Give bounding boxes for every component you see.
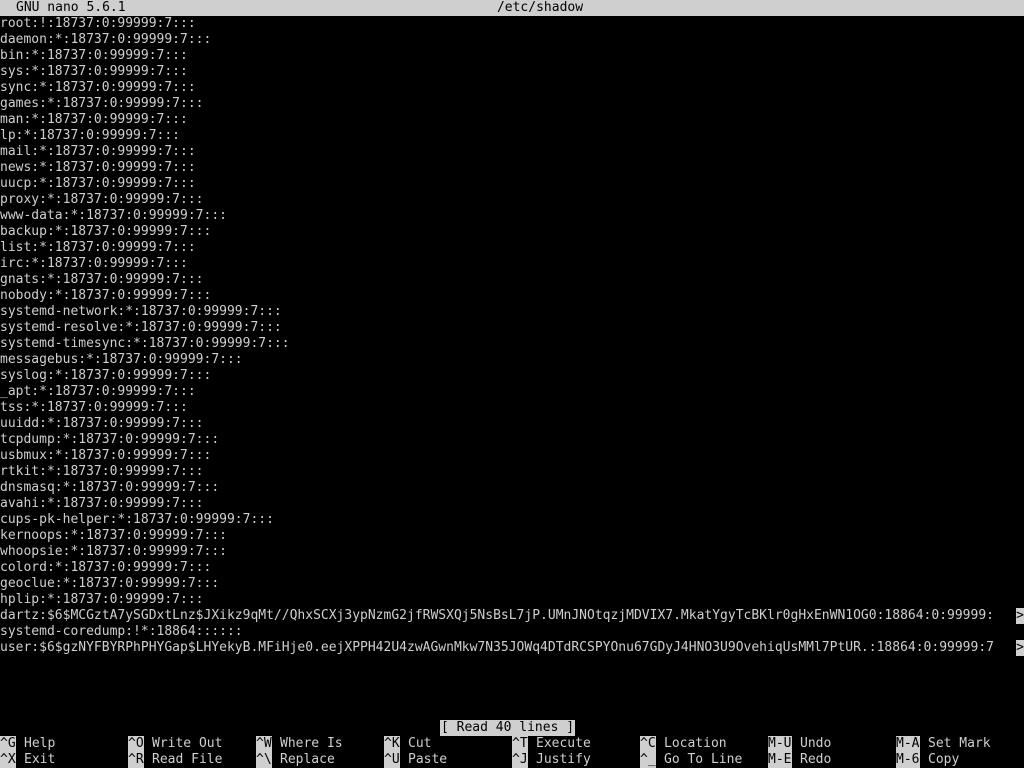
shortcut-label: Go To Line bbox=[664, 752, 743, 767]
file-line[interactable]: list:*:18737:0:99999:7::: bbox=[0, 240, 1016, 256]
file-line[interactable]: backup:*:18737:0:99999:7::: bbox=[0, 224, 1016, 240]
shortcut-key: ^\ bbox=[256, 752, 272, 768]
shortcut-bar: ^G Help ^O Write Out ^W Where Is ^K Cut ^T Ex… bbox=[0, 736, 1024, 768]
shortcut-key: ^C bbox=[640, 736, 656, 752]
shortcut-execute[interactable]: ^T Execute bbox=[512, 736, 591, 752]
file-line[interactable]: user:$6$gzNYFBYRPhPHYGap$LHYekyB.MFiHje0… bbox=[0, 640, 1024, 656]
shortcut-label: Where Is bbox=[280, 736, 343, 751]
shortcut-go-to-line[interactable]: ^_ Go To Line bbox=[640, 752, 742, 768]
file-line[interactable]: bin:*:18737:0:99999:7::: bbox=[0, 48, 1016, 64]
file-line[interactable]: sync:*:18737:0:99999:7::: bbox=[0, 80, 1016, 96]
file-line[interactable]: sys:*:18737:0:99999:7::: bbox=[0, 64, 1016, 80]
shortcut-label: Copy bbox=[928, 752, 960, 767]
shortcut-label: Read File bbox=[152, 752, 223, 767]
line-truncated-marker: > bbox=[1016, 608, 1024, 624]
editor-buffer[interactable]: root:!:18737:0:99999:7::: daemon:*:18737… bbox=[0, 16, 1024, 656]
file-line[interactable]: rtkit:*:18737:0:99999:7::: bbox=[0, 464, 1016, 480]
shortcut-label: Exit bbox=[24, 752, 56, 767]
shortcut-key: ^_ bbox=[640, 752, 656, 768]
status-message: [ Read 40 lines ] bbox=[440, 720, 576, 736]
file-line[interactable]: lp:*:18737:0:99999:7::: bbox=[0, 128, 1016, 144]
file-line[interactable]: tss:*:18737:0:99999:7::: bbox=[0, 400, 1016, 416]
shortcut-key: ^R bbox=[128, 752, 144, 768]
file-line[interactable]: cups-pk-helper:*:18737:0:99999:7::: bbox=[0, 512, 1016, 528]
file-line[interactable]: www-data:*:18737:0:99999:7::: bbox=[0, 208, 1016, 224]
shortcut-exit[interactable]: ^X Exit bbox=[0, 752, 55, 768]
file-line[interactable]: whoopsie:*:18737:0:99999:7::: bbox=[0, 544, 1016, 560]
shortcut-justify[interactable]: ^J Justify bbox=[512, 752, 591, 768]
shortcut-key: ^T bbox=[512, 736, 528, 752]
shortcut-label: Location bbox=[664, 736, 727, 751]
shortcut-label: Redo bbox=[800, 752, 832, 767]
file-line[interactable]: daemon:*:18737:0:99999:7::: bbox=[0, 32, 1016, 48]
file-line[interactable]: usbmux:*:18737:0:99999:7::: bbox=[0, 448, 1016, 464]
file-line[interactable]: uucp:*:18737:0:99999:7::: bbox=[0, 176, 1016, 192]
shortcut-label: Replace bbox=[280, 752, 335, 767]
shortcut-key: ^J bbox=[512, 752, 528, 768]
shortcut-key: ^W bbox=[256, 736, 272, 752]
shortcut-copy[interactable]: M-6 Copy bbox=[896, 752, 959, 768]
file-line[interactable]: tcpdump:*:18737:0:99999:7::: bbox=[0, 432, 1016, 448]
shortcut-label: Set Mark bbox=[928, 736, 991, 751]
file-line[interactable]: hplip:*:18737:0:99999:7::: bbox=[0, 592, 1016, 608]
file-line[interactable]: gnats:*:18737:0:99999:7::: bbox=[0, 272, 1016, 288]
file-line[interactable]: news:*:18737:0:99999:7::: bbox=[0, 160, 1016, 176]
shortcut-label: Justify bbox=[536, 752, 591, 767]
file-line[interactable]: nobody:*:18737:0:99999:7::: bbox=[0, 288, 1016, 304]
shortcut-undo[interactable]: M-U Undo bbox=[768, 736, 831, 752]
file-line[interactable]: systemd-resolve:*:18737:0:99999:7::: bbox=[0, 320, 1016, 336]
shortcut-label: Undo bbox=[800, 736, 832, 751]
shortcut-key: M-A bbox=[896, 736, 920, 752]
shortcut-key: ^G bbox=[0, 736, 16, 752]
shortcut-key: M-E bbox=[768, 752, 792, 768]
file-line[interactable]: systemd-coredump:!*:18864:::::: bbox=[0, 624, 1016, 640]
shortcut-label: Cut bbox=[408, 736, 432, 751]
file-line[interactable]: colord:*:18737:0:99999:7::: bbox=[0, 560, 1016, 576]
file-line[interactable]: mail:*:18737:0:99999:7::: bbox=[0, 144, 1016, 160]
file-line[interactable]: avahi:*:18737:0:99999:7::: bbox=[0, 496, 1016, 512]
shortcut-label: Help bbox=[24, 736, 56, 751]
shortcut-key: M-U bbox=[768, 736, 792, 752]
file-name: /etc/shadow bbox=[496, 0, 584, 15]
shortcut-where-is[interactable]: ^W Where Is bbox=[256, 736, 343, 752]
shortcut-label: Paste bbox=[408, 752, 448, 767]
file-line[interactable]: syslog:*:18737:0:99999:7::: bbox=[0, 368, 1016, 384]
file-line[interactable]: kernoops:*:18737:0:99999:7::: bbox=[0, 528, 1016, 544]
shortcut-location[interactable]: ^C Location bbox=[640, 736, 727, 752]
shortcut-read-file[interactable]: ^R Read File bbox=[128, 752, 222, 768]
shortcut-label: Write Out bbox=[152, 736, 223, 751]
shortcut-key: M-6 bbox=[896, 752, 920, 768]
shortcut-help[interactable]: ^G Help bbox=[0, 736, 55, 752]
file-line[interactable]: uuidd:*:18737:0:99999:7::: bbox=[0, 416, 1016, 432]
title-bar: GNU nano 5.6.1 /etc/shadow bbox=[0, 0, 1024, 16]
shortcut-key: ^K bbox=[384, 736, 400, 752]
shortcut-label: Execute bbox=[536, 736, 591, 751]
shortcut-write-out[interactable]: ^O Write Out bbox=[128, 736, 222, 752]
file-line[interactable]: dnsmasq:*:18737:0:99999:7::: bbox=[0, 480, 1016, 496]
shortcut-paste[interactable]: ^U Paste bbox=[384, 752, 447, 768]
file-line[interactable]: messagebus:*:18737:0:99999:7::: bbox=[0, 352, 1016, 368]
shortcut-key: ^X bbox=[0, 752, 16, 768]
file-line[interactable]: _apt:*:18737:0:99999:7::: bbox=[0, 384, 1016, 400]
file-line[interactable]: geoclue:*:18737:0:99999:7::: bbox=[0, 576, 1016, 592]
file-line[interactable]: man:*:18737:0:99999:7::: bbox=[0, 112, 1016, 128]
shortcut-key: ^U bbox=[384, 752, 400, 768]
shortcut-cut[interactable]: ^K Cut bbox=[384, 736, 431, 752]
line-truncated-marker: > bbox=[1016, 640, 1024, 656]
shortcut-set-mark[interactable]: M-A Set Mark bbox=[896, 736, 991, 752]
file-line[interactable]: proxy:*:18737:0:99999:7::: bbox=[0, 192, 1016, 208]
shortcut-key: ^O bbox=[128, 736, 144, 752]
file-line[interactable]: root:!:18737:0:99999:7::: bbox=[0, 16, 1016, 32]
file-line[interactable]: irc:*:18737:0:99999:7::: bbox=[0, 256, 1016, 272]
file-line[interactable]: systemd-timesync:*:18737:0:99999:7::: bbox=[0, 336, 1016, 352]
file-line[interactable]: games:*:18737:0:99999:7::: bbox=[0, 96, 1016, 112]
file-line[interactable]: dartz:$6$MCGztA7ySGDxtLnz$JXikz9qMt//Qhx… bbox=[0, 608, 1024, 624]
file-line[interactable]: systemd-network:*:18737:0:99999:7::: bbox=[0, 304, 1016, 320]
shortcut-replace[interactable]: ^\ Replace bbox=[256, 752, 335, 768]
shortcut-redo[interactable]: M-E Redo bbox=[768, 752, 831, 768]
